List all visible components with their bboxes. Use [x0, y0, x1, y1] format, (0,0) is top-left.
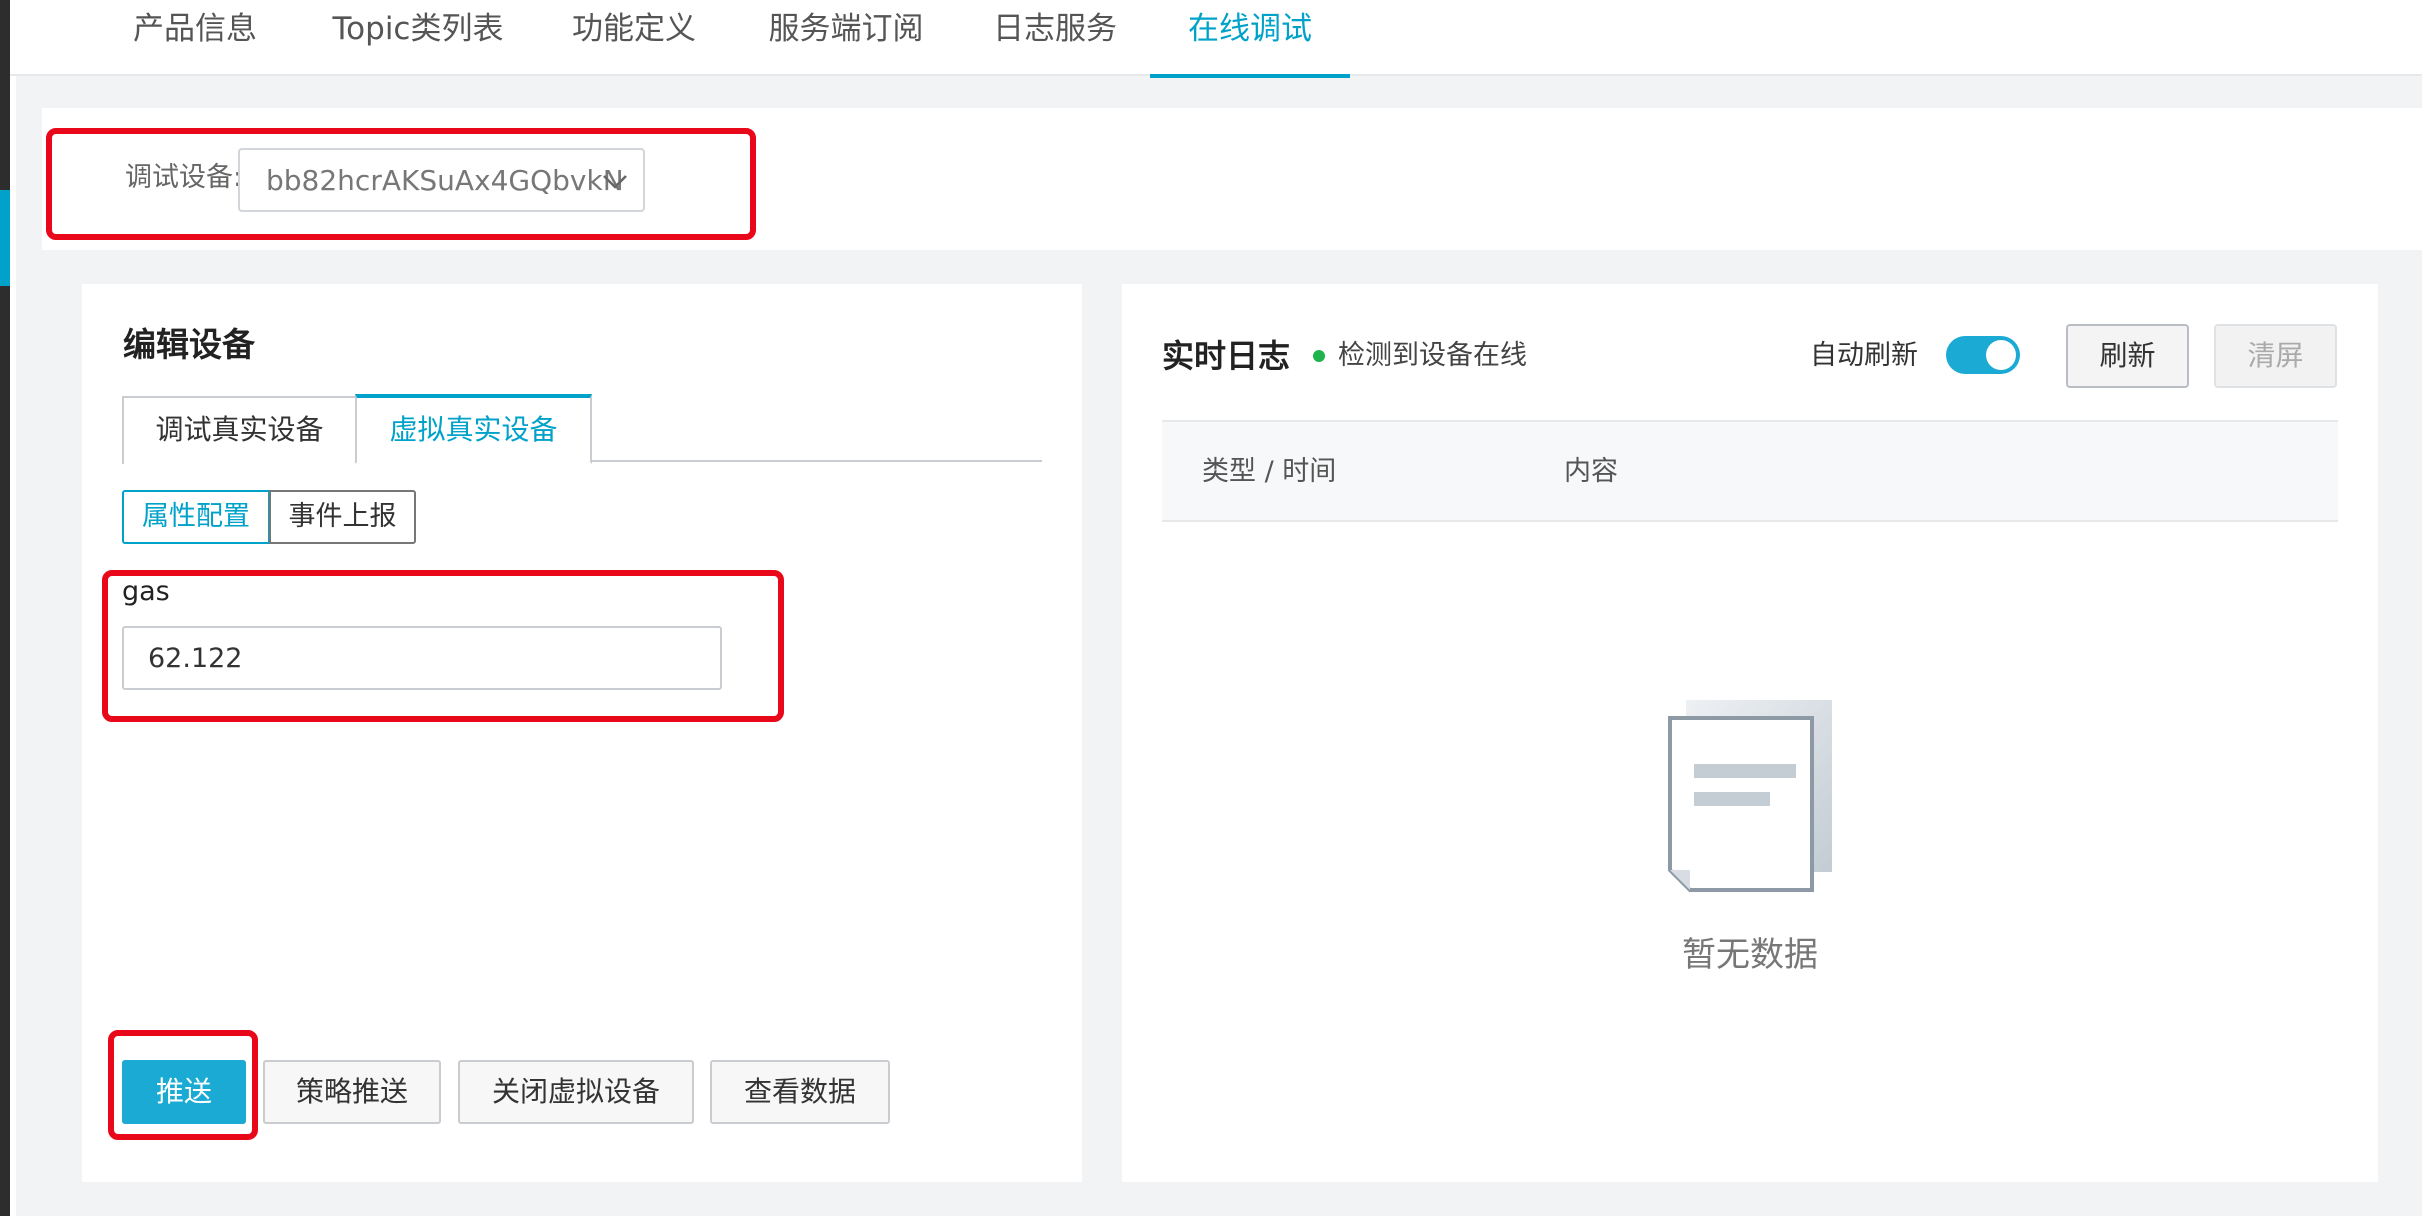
- empty-document-icon: [1668, 700, 1832, 892]
- debug-device-label: 调试设备:: [125, 162, 243, 193]
- column-type-time: 类型 / 时间: [1202, 456, 1337, 487]
- tab-log-service[interactable]: 日志服务: [985, 0, 1125, 76]
- tab-product-info[interactable]: 产品信息: [125, 0, 265, 76]
- online-status-dot: [1313, 350, 1325, 362]
- push-button[interactable]: 推送: [122, 1060, 246, 1124]
- property-gas-label: gas: [122, 576, 170, 607]
- debug-device-select[interactable]: bb82hcrAKSuAx4GQbvkN: [238, 148, 645, 212]
- log-table-header: 类型 / 时间 内容: [1162, 420, 2338, 522]
- column-content: 内容: [1564, 456, 1618, 487]
- toggle-knob: [1986, 340, 2016, 370]
- clear-screen-button[interactable]: 清屏: [2214, 324, 2337, 388]
- view-data-button[interactable]: 查看数据: [710, 1060, 890, 1124]
- auto-refresh-label: 自动刷新: [1810, 340, 1918, 371]
- subtab-event-report[interactable]: 事件上报: [269, 490, 416, 544]
- chevron-down-icon: [603, 175, 627, 189]
- tab-server-subscription[interactable]: 服务端订阅: [758, 0, 934, 76]
- edit-device-title: 编辑设备: [123, 325, 255, 364]
- debug-device-value: bb82hcrAKSuAx4GQbvkN: [266, 164, 624, 197]
- sidebar-gap: [10, 0, 16, 1216]
- policy-push-button[interactable]: 策略推送: [263, 1060, 441, 1124]
- tab-topic-list[interactable]: Topic类列表: [320, 0, 516, 76]
- tab-virtual-real-device[interactable]: 虚拟真实设备: [355, 394, 592, 464]
- subtab-property-config[interactable]: 属性配置: [122, 490, 270, 544]
- app-sidebar-strip: [0, 0, 10, 1216]
- tab-debug-real-device[interactable]: 调试真实设备: [122, 396, 357, 464]
- refresh-button[interactable]: 刷新: [2066, 324, 2189, 388]
- close-virtual-device-button[interactable]: 关闭虚拟设备: [458, 1060, 694, 1124]
- top-tab-bar: 产品信息 Topic类列表 功能定义 服务端订阅 日志服务 在线调试: [10, 0, 2422, 78]
- property-gas-input[interactable]: [122, 626, 722, 690]
- tab-function-definition[interactable]: 功能定义: [564, 0, 704, 76]
- device-online-status: 检测到设备在线: [1338, 340, 1527, 371]
- no-data-text: 暂无数据: [1682, 935, 1818, 975]
- auto-refresh-toggle[interactable]: [1946, 336, 2020, 374]
- tab-online-debug[interactable]: 在线调试: [1150, 0, 1350, 78]
- sidebar-active-indicator: [0, 190, 10, 286]
- realtime-log-title: 实时日志: [1162, 337, 1291, 375]
